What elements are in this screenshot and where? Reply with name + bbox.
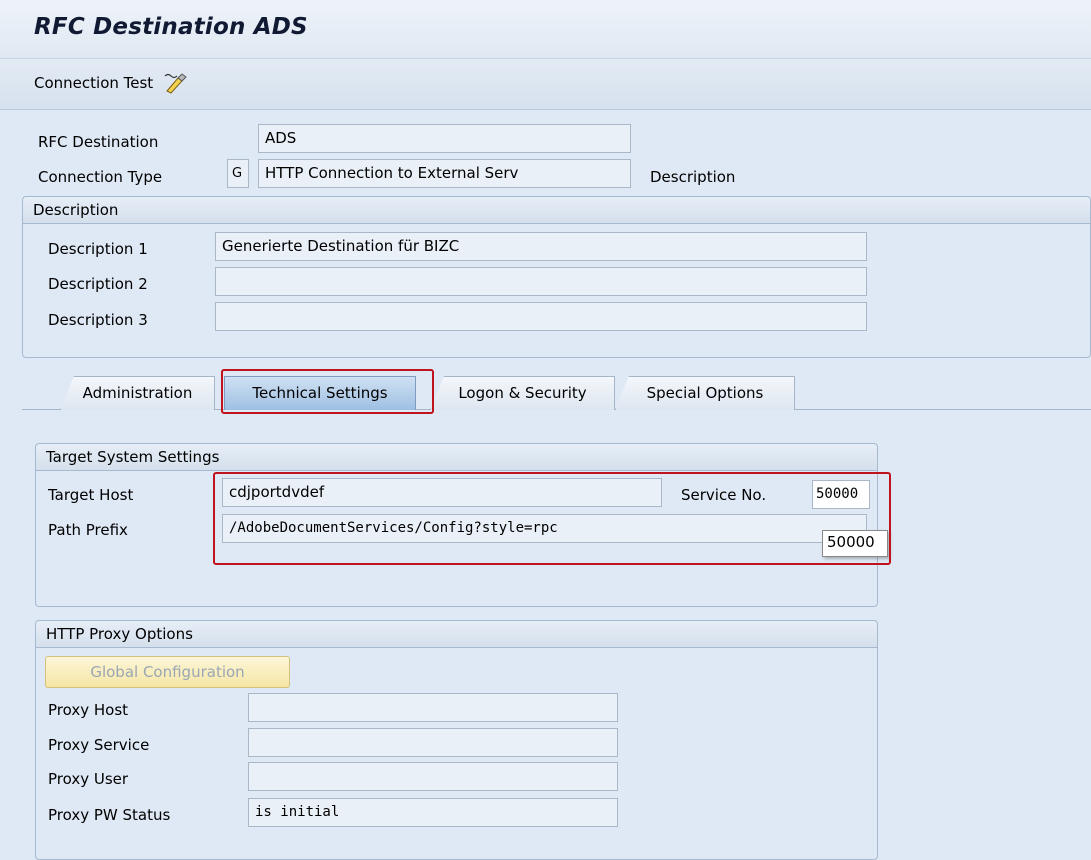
connection-test-label: Connection Test — [34, 74, 154, 92]
connection-test-icon — [163, 72, 189, 94]
target-settings-highlight-box — [213, 472, 891, 565]
global-configuration-button[interactable]: Global Configuration — [45, 656, 290, 688]
description-3-field[interactable] — [215, 302, 867, 331]
tab-special-options[interactable]: Special Options — [615, 376, 795, 410]
tab-administration[interactable]: Administration — [60, 376, 215, 410]
proxy-user-label: Proxy User — [48, 770, 129, 788]
application-toolbar: Connection Test — [0, 59, 1091, 110]
tab-logon-security[interactable]: Logon & Security — [430, 376, 615, 410]
proxy-service-label: Proxy Service — [48, 736, 150, 754]
tab-highlight-box — [221, 369, 434, 414]
window-title: RFC Destination ADS — [34, 14, 308, 40]
rfc-destination-field[interactable]: ADS — [258, 124, 631, 153]
proxy-pw-status-label: Proxy PW Status — [48, 806, 171, 824]
proxy-user-field[interactable] — [248, 762, 618, 791]
proxy-pw-status-field: is initial — [248, 798, 618, 827]
connection-type-code-field[interactable]: G — [227, 159, 249, 188]
description-2-field[interactable] — [215, 267, 867, 296]
description-1-field[interactable]: Generierte Destination für BIZC — [215, 232, 867, 261]
rfc-destination-label: RFC Destination — [38, 133, 159, 151]
tab-special-options-label: Special Options — [646, 384, 764, 402]
title-bar: RFC Destination ADS — [0, 0, 1091, 59]
connection-type-description-label: Description — [650, 168, 736, 186]
tab-logon-security-label: Logon & Security — [458, 384, 587, 402]
proxy-host-field[interactable] — [248, 693, 618, 722]
description-2-label: Description 2 — [48, 275, 148, 293]
connection-type-label: Connection Type — [38, 168, 163, 186]
proxy-service-field[interactable] — [248, 728, 618, 757]
http-proxy-group-title: HTTP Proxy Options — [36, 621, 877, 648]
path-prefix-label: Path Prefix — [48, 521, 128, 539]
target-host-label: Target Host — [48, 486, 134, 504]
description-3-label: Description 3 — [48, 311, 148, 329]
connection-type-field: HTTP Connection to External Serv — [258, 159, 631, 188]
description-group-title: Description — [23, 197, 1090, 224]
tab-administration-label: Administration — [82, 384, 193, 402]
connection-test-button[interactable]: Connection Test — [34, 72, 189, 94]
proxy-host-label: Proxy Host — [48, 701, 129, 719]
description-1-label: Description 1 — [48, 240, 148, 258]
target-system-group-title: Target System Settings — [36, 444, 877, 471]
